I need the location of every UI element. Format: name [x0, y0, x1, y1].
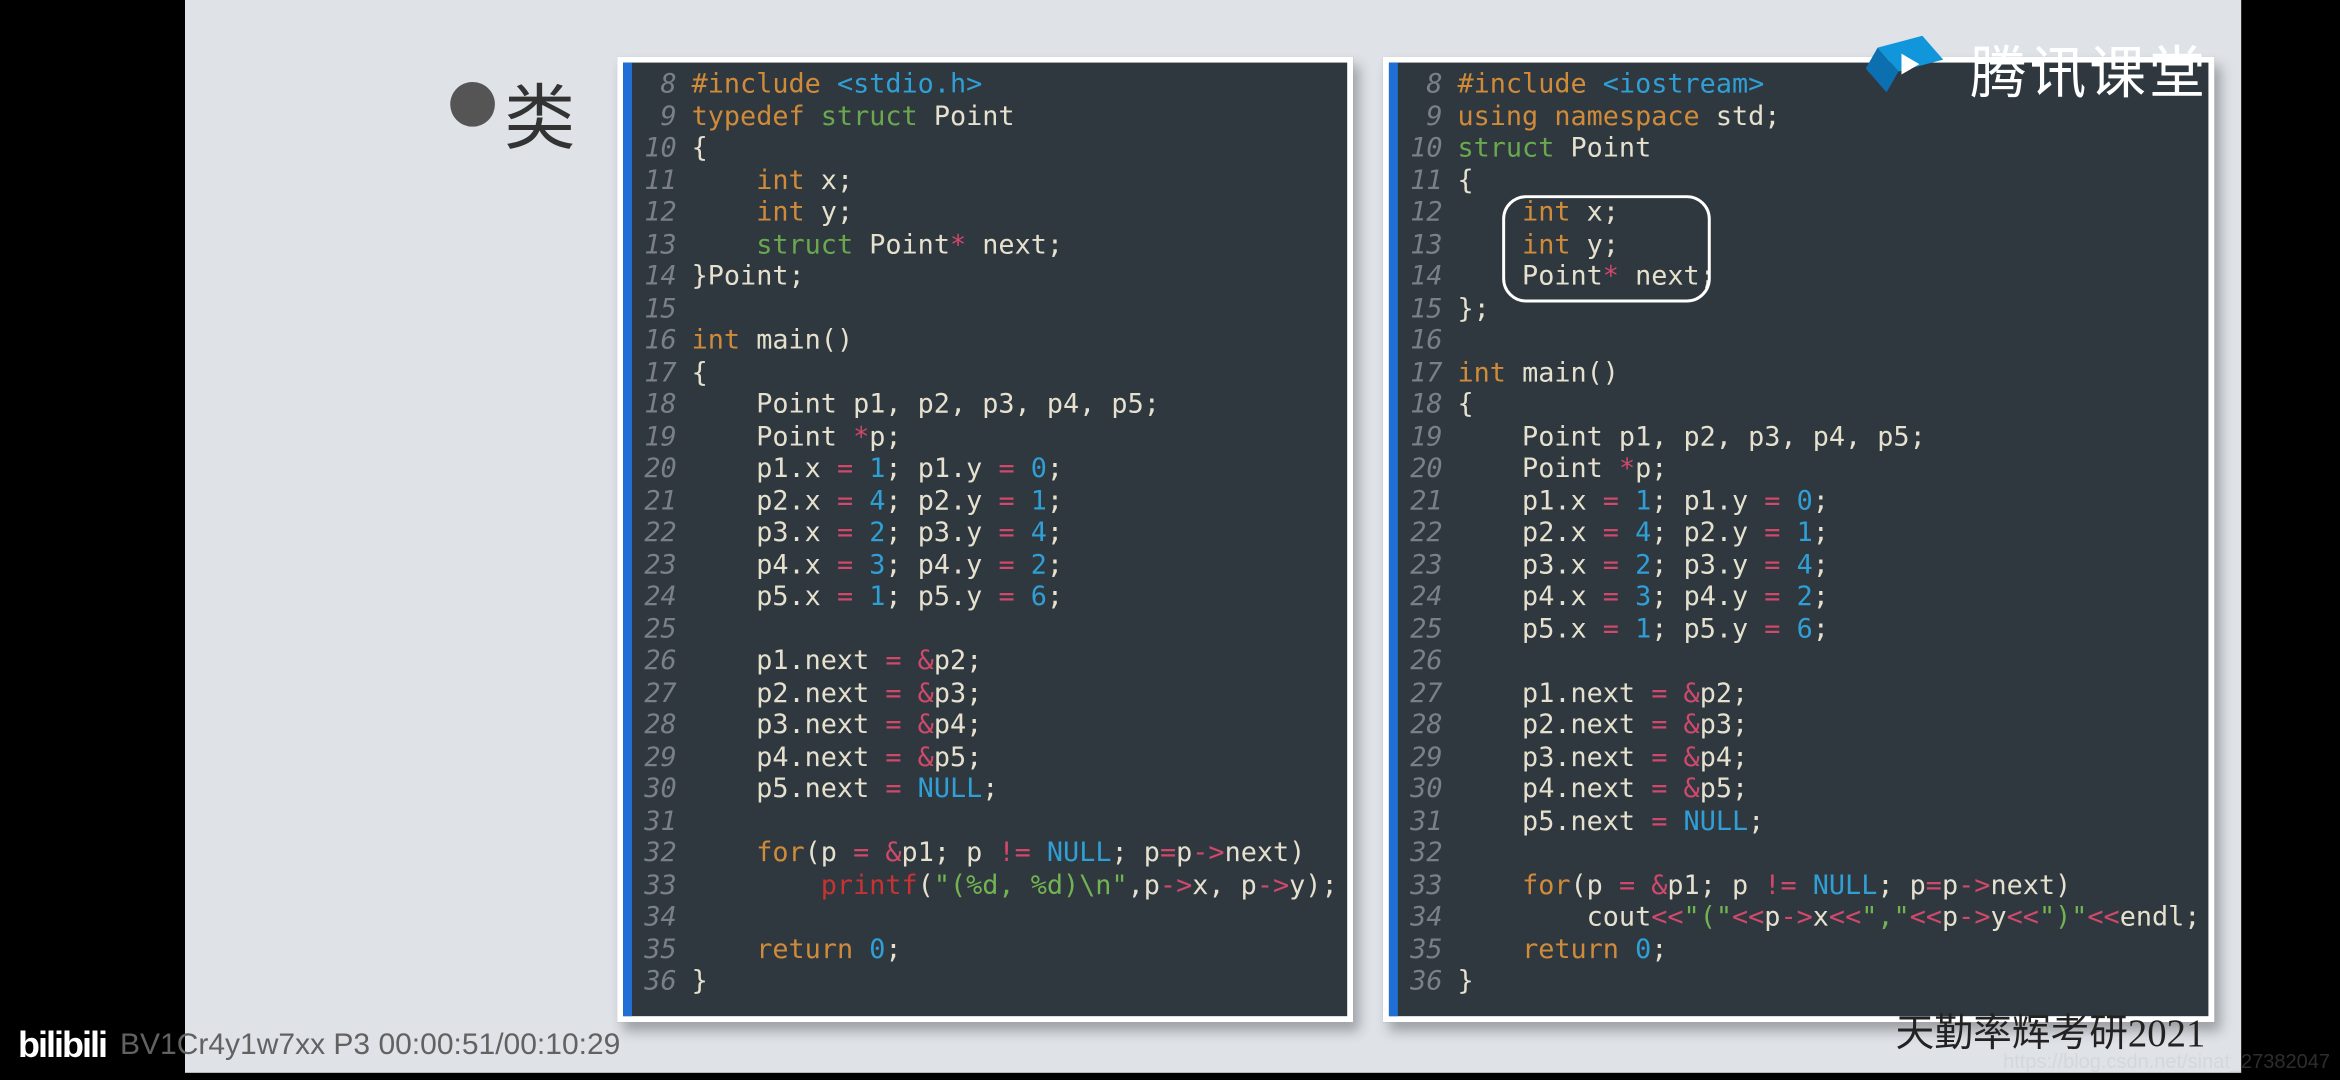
- line-gutter-right: 8910111213141516171819202122232425262728…: [1398, 63, 1452, 1017]
- slide-heading: 类: [504, 60, 576, 164]
- code-panel-c: 8910111213141516171819202122232425262728…: [617, 57, 1353, 1023]
- bullet-dot-icon: [450, 82, 495, 127]
- play-logo-icon: [1866, 32, 1955, 104]
- code-panel-cpp: 8910111213141516171819202122232425262728…: [1383, 57, 2214, 1023]
- bilibili-overlay: bilibili BV1Cr4y1w7xx P3 00:00:51/00:10:…: [18, 1024, 620, 1066]
- bilibili-logo-icon: bilibili: [18, 1024, 106, 1066]
- accent-bar-icon: [623, 63, 632, 1017]
- slide: 类 89101112131415161718192021222324252627…: [185, 0, 2241, 1073]
- brand-text: 腾讯课堂: [1970, 27, 2208, 109]
- tencent-class-brand: 腾讯课堂: [1866, 27, 2209, 109]
- bilibili-video-id: BV1Cr4y1w7xx P3 00:00:51/00:10:29: [120, 1028, 620, 1062]
- csdn-watermark: https://blog.csdn.net/sinat_27382047: [1993, 1045, 2340, 1080]
- accent-bar-icon: [1389, 63, 1398, 1017]
- code-block-cpp: #include <iostream> using namespace std;…: [1457, 69, 2199, 998]
- line-gutter-left: 8910111213141516171819202122232425262728…: [632, 63, 686, 1017]
- stage: 类 89101112131415161718192021222324252627…: [0, 0, 2340, 1080]
- code-block-c: #include <stdio.h> typedef struct Point …: [692, 69, 1339, 998]
